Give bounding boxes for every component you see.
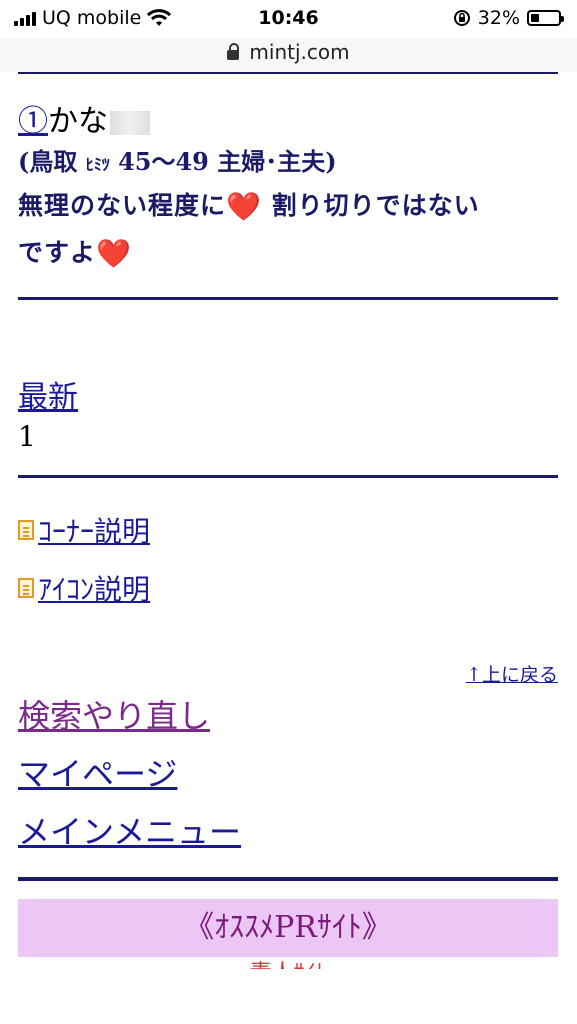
poster-name: かな — [48, 104, 108, 139]
message-text-3: ですよ — [18, 238, 97, 267]
pr-title: 《ｵｽｽﾒPRｻｲﾄ》 — [184, 910, 392, 945]
icon-description-item[interactable]: ｱｲｺﾝ説明 — [18, 568, 558, 608]
document-icon — [18, 520, 34, 540]
corner-description-item[interactable]: ｺｰﾅｰ説明 — [18, 510, 558, 550]
page-content: ①かな (鳥取 ﾋﾐﾂ 45〜49 主婦･主夫) 無理のない程度に❤️ 割り切り… — [18, 100, 558, 969]
lock-icon — [227, 42, 240, 60]
back-to-top: ↑上に戻る — [18, 660, 558, 687]
icon-description-link[interactable]: ｱｲｺﾝ説明 — [38, 568, 150, 608]
battery-percent: 32% — [477, 7, 520, 29]
url-text: mintj.com — [249, 40, 350, 64]
post-rank-link[interactable]: ① — [18, 104, 48, 139]
divider — [18, 475, 558, 478]
battery-group: 32% — [453, 7, 564, 29]
main-menu-link[interactable]: メインメニュー — [18, 803, 241, 861]
meta-region: (鳥取 — [18, 147, 86, 176]
meta-age-job: 45〜49 主婦･主夫) — [109, 147, 337, 176]
pager: 最新 1 — [18, 372, 558, 453]
page-number: 1 — [18, 420, 36, 453]
search-again-link[interactable]: 検索やり直し — [18, 687, 210, 745]
menu-links: 検索やり直し マイページ メインメニュー — [18, 687, 558, 861]
document-icon — [18, 578, 34, 598]
corner-description-link[interactable]: ｺｰﾅｰ説明 — [38, 510, 150, 550]
message-text-2: 割り切りではない — [261, 191, 480, 220]
pr-next-text[interactable]: 素人ｻｲﾄ — [249, 961, 326, 969]
my-page-link[interactable]: マイページ — [18, 745, 177, 803]
post-entry: ①かな (鳥取 ﾋﾐﾂ 45〜49 主婦･主夫) 無理のない程度に❤️ 割り切り… — [18, 100, 558, 277]
newest-link[interactable]: 最新 — [18, 380, 78, 415]
divider — [18, 297, 558, 300]
post-message: 無理のない程度に❤️ 割り切りではない ですよ❤️ — [18, 183, 558, 277]
blurred-name — [110, 111, 150, 135]
pr-next-item[interactable]: 素人ｻｲﾄ — [18, 957, 558, 969]
address-bar[interactable]: mintj.com — [0, 38, 577, 72]
status-bar: UQ mobile 10:46 32% — [0, 0, 577, 38]
message-text-1: 無理のない程度に — [18, 191, 227, 220]
heart-icon: ❤️ — [96, 237, 132, 270]
heart-icon: ❤️ — [226, 190, 262, 223]
post-title: ①かな — [18, 100, 558, 144]
meta-secret: ﾋﾐﾂ — [85, 155, 110, 174]
back-to-top-link[interactable]: ↑上に戻る — [466, 664, 558, 686]
divider — [18, 877, 558, 881]
pr-banner: 《ｵｽｽﾒPRｻｲﾄ》 — [18, 899, 558, 957]
help-links: ｺｰﾅｰ説明 ｱｲｺﾝ説明 — [18, 510, 558, 608]
top-divider — [18, 72, 558, 74]
orientation-lock-icon — [453, 10, 470, 26]
battery-icon — [527, 10, 564, 26]
post-meta: (鳥取 ﾋﾐﾂ 45〜49 主婦･主夫) — [18, 144, 558, 183]
